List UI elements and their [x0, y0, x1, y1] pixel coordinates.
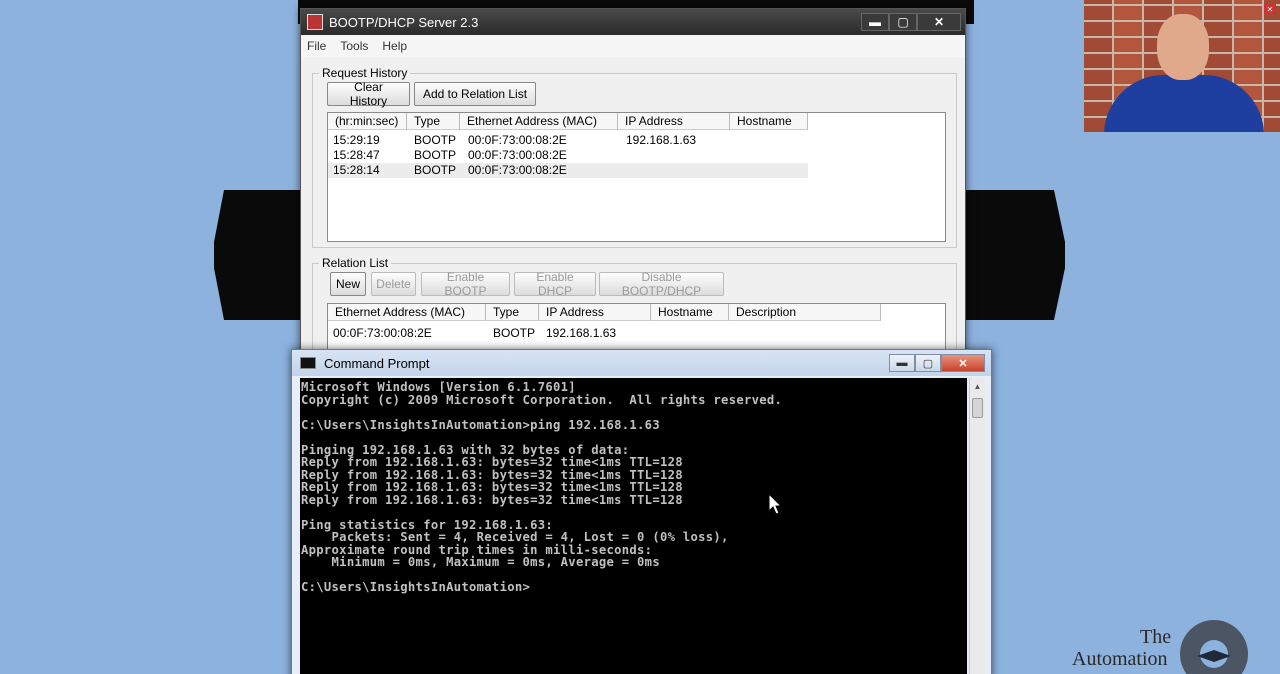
cmd-minimize-button[interactable]: ▬	[889, 354, 915, 372]
cell-ip: 192.168.1.63	[546, 326, 617, 340]
cmd-titlebar[interactable]: Command Prompt ▬ ▢ ✕	[292, 350, 991, 376]
table-row[interactable]: 15:29:19 BOOTP 00:0F:73:00:08:2E 192.168…	[328, 133, 808, 148]
scroll-thumb[interactable]	[972, 398, 983, 418]
table-row[interactable]: 15:28:47 BOOTP 00:0F:73:00:08:2E	[328, 148, 808, 163]
cmd-maximize-button[interactable]: ▢	[915, 354, 941, 372]
dark-backdrop-right	[955, 190, 1065, 320]
column-header-mac[interactable]: Ethernet Address (MAC)	[460, 113, 618, 130]
cell-time: 15:29:19	[333, 133, 380, 147]
console-line: Reply from 192.168.1.63: bytes=32 time<1…	[301, 492, 683, 507]
console-line: Copyright (c) 2009 Microsoft Corporation…	[301, 392, 783, 407]
column-header-hostname[interactable]: Hostname	[730, 113, 808, 130]
console-line: Minimum = 0ms, Maximum = 0ms, Average = …	[301, 555, 660, 569]
webcam-close-icon[interactable]: ✕	[1264, 4, 1276, 14]
console-line: Microsoft Windows [Version 6.1.7601]	[301, 380, 576, 394]
column-header-mac[interactable]: Ethernet Address (MAC)	[328, 304, 486, 321]
menu-tools[interactable]: Tools	[340, 39, 368, 53]
bootp-dhcp-window: BOOTP/DHCP Server 2.3 ▬ ▢ ✕ File Tools H…	[300, 8, 966, 363]
cmd-close-button[interactable]: ✕	[941, 354, 985, 372]
column-header-description[interactable]: Description	[729, 304, 881, 321]
console-line: Packets: Sent = 4, Received = 4, Lost = …	[301, 530, 729, 544]
cell-mac: 00:0F:73:00:08:2E	[333, 326, 432, 340]
menu-help[interactable]: Help	[382, 39, 407, 53]
cell-type: BOOTP	[414, 148, 457, 162]
console-prompt-line: C:\Users\InsightsInAutomation>	[301, 580, 531, 594]
new-button[interactable]: New	[330, 272, 366, 296]
cell-mac: 00:0F:73:00:08:2E	[468, 163, 567, 177]
cell-time: 15:28:14	[333, 163, 380, 177]
cmd-app-icon	[300, 357, 316, 369]
enable-bootp-button[interactable]: Enable BOOTP	[421, 270, 510, 298]
minimize-button[interactable]: ▬	[861, 13, 889, 31]
scroll-up-icon[interactable]: ▲	[970, 378, 985, 394]
mouse-cursor-icon	[768, 493, 782, 515]
cell-type: BOOTP	[414, 163, 457, 177]
request-history-list[interactable]: (hr:min:sec) Type Ethernet Address (MAC)…	[327, 112, 946, 242]
bootp-titlebar[interactable]: BOOTP/DHCP Server 2.3 ▬ ▢ ✕	[301, 9, 965, 35]
presenter-head	[1157, 14, 1209, 80]
cell-mac: 00:0F:73:00:08:2E	[468, 148, 567, 162]
command-prompt-window: Command Prompt ▬ ▢ ✕ Microsoft Windows […	[291, 349, 992, 674]
presenter-shirt	[1104, 75, 1264, 132]
logo-text-line1: The	[1140, 626, 1172, 648]
relation-list-group: Relation List New Delete Enable BOOTP En…	[312, 256, 957, 363]
clear-history-button[interactable]: Clear History	[327, 80, 410, 108]
add-to-relation-list-button[interactable]: Add to Relation List	[414, 82, 536, 106]
menu-bar: File Tools Help	[301, 35, 965, 57]
close-button[interactable]: ✕	[917, 13, 961, 31]
cell-time: 15:28:47	[333, 148, 380, 162]
console-output[interactable]: Microsoft Windows [Version 6.1.7601] Cop…	[300, 378, 967, 674]
bootp-window-title: BOOTP/DHCP Server 2.3	[329, 14, 479, 30]
column-header-hostname[interactable]: Hostname	[651, 304, 729, 321]
table-row[interactable]: 00:0F:73:00:08:2E BOOTP 192.168.1.63	[328, 326, 888, 341]
enable-dhcp-button[interactable]: Enable DHCP	[514, 270, 596, 298]
console-line: Reply from 192.168.1.63: bytes=32 time<1…	[301, 480, 683, 494]
cmd-window-title: Command Prompt	[324, 355, 430, 371]
cell-mac: 00:0F:73:00:08:2E	[468, 133, 567, 147]
request-history-group: Request History Clear History Add to Rel…	[312, 66, 957, 248]
request-history-label: Request History	[319, 66, 411, 80]
delete-button[interactable]: Delete	[371, 272, 416, 296]
column-header-type[interactable]: Type	[407, 113, 460, 130]
console-line: Reply from 192.168.1.63: bytes=32 time<1…	[301, 455, 683, 469]
cell-ip: 192.168.1.63	[626, 133, 697, 147]
automation-school-logo: The Automation	[1060, 620, 1280, 674]
menu-file[interactable]: File	[307, 39, 326, 53]
table-row[interactable]: 15:28:14 BOOTP 00:0F:73:00:08:2E	[328, 163, 808, 178]
maximize-button[interactable]: ▢	[889, 13, 917, 31]
console-scrollbar[interactable]: ▲	[969, 378, 985, 674]
console-line: C:\Users\InsightsInAutomation>ping 192.1…	[301, 417, 660, 432]
column-header-ip[interactable]: IP Address	[539, 304, 651, 321]
column-header-type[interactable]: Type	[486, 304, 539, 321]
bootp-app-icon	[307, 14, 323, 30]
relation-list-label: Relation List	[319, 256, 392, 270]
column-header-time[interactable]: (hr:min:sec)	[328, 113, 407, 130]
cell-type: BOOTP	[493, 326, 536, 340]
dark-backdrop-left	[214, 190, 314, 320]
webcam-overlay: ✕	[1084, 0, 1280, 132]
logo-text-line2: Automation	[1072, 648, 1168, 670]
disable-bootp-dhcp-button[interactable]: Disable BOOTP/DHCP	[599, 270, 724, 298]
column-header-ip[interactable]: IP Address	[618, 113, 730, 130]
cell-type: BOOTP	[414, 133, 457, 147]
